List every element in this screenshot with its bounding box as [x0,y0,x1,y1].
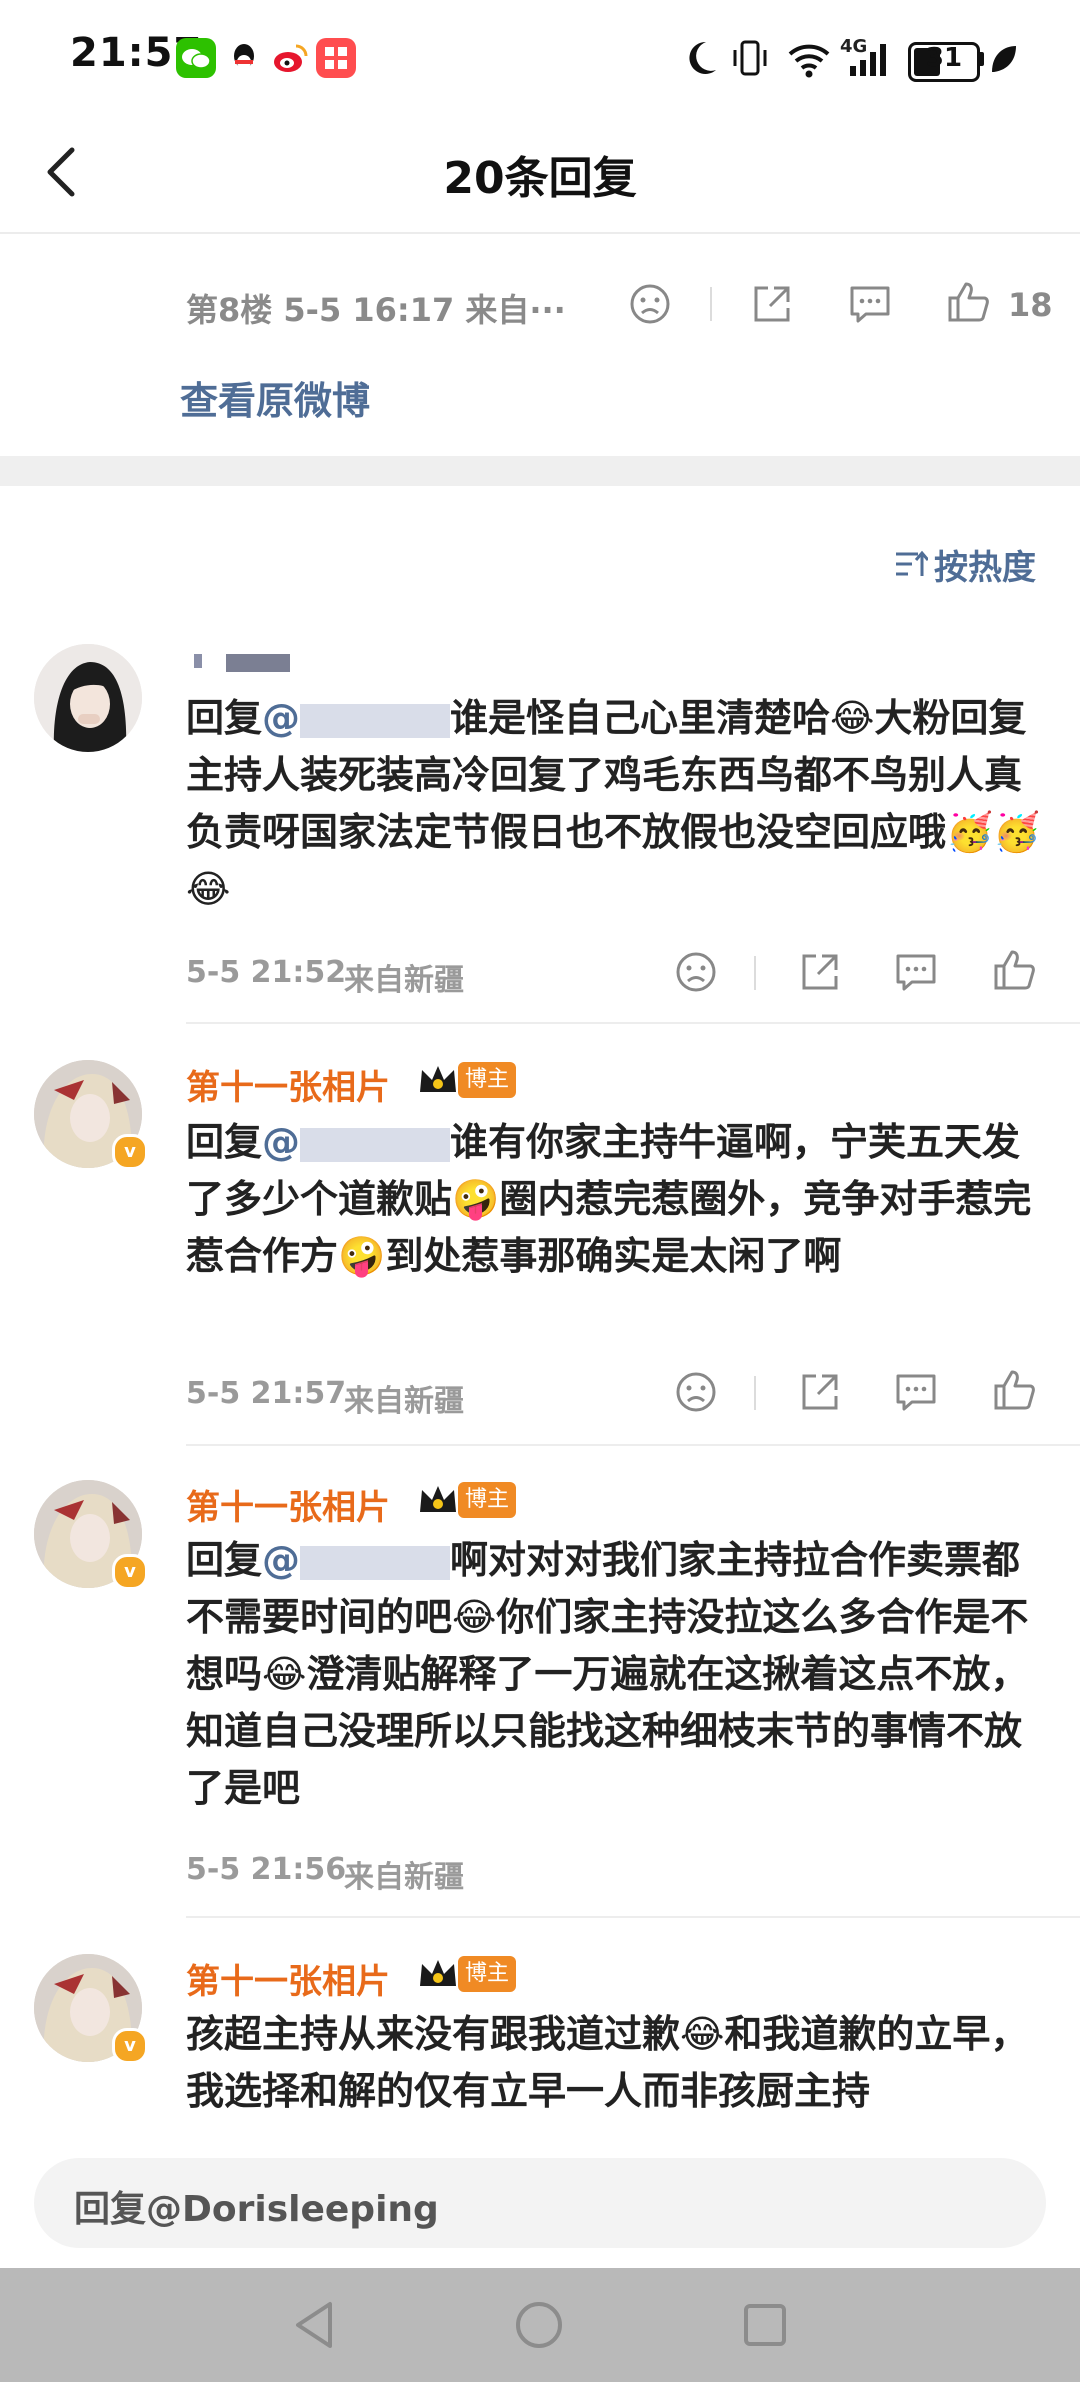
app-icon [316,38,356,78]
blogger-badge: 博主 [458,1482,516,1518]
divider [186,1916,1080,1918]
comment-body: 回复@ 谁是怪自己心里清楚哈😂大粉回复主持人装死装高冷回复了鸡毛东西鸟都不鸟别人真… [186,690,1056,918]
blogger-badge: 博主 [458,1062,516,1098]
divider [186,1022,1080,1024]
thumbs-up-icon [994,1370,1035,1410]
nav-recents-button[interactable] [740,2300,790,2354]
circle-home-icon [516,2302,562,2348]
thumbs-up-icon [994,950,1035,990]
comment-icon [850,286,890,323]
share-icon [802,954,838,990]
mention-redacted[interactable]: @ [262,1120,451,1164]
comment-body: 回复@ 谁有你家主持牛逼啊，宁芙五天发了多少个道歉贴🤪圈内惹完惹圈外，竞争对手惹完… [186,1114,1056,1285]
comment-button[interactable] [892,1368,940,1416]
share-button[interactable] [748,280,796,328]
blogger-badge: 博主 [458,1956,516,1992]
reply-input[interactable]: 回复@Dorisleeping [34,2158,1046,2248]
thumbs-up-icon [948,282,989,322]
sort-icon [892,546,930,586]
like-button[interactable] [944,278,992,326]
wifi-icon [786,36,832,82]
do-not-disturb-icon [680,36,720,82]
comment-icon [896,1374,936,1411]
square-recents-icon [744,2304,786,2346]
divider [754,956,756,990]
dislike-button[interactable] [626,280,674,328]
wechat-icon [176,38,216,78]
divider [754,1376,756,1410]
battery-level: 31 [925,43,963,73]
signal-icon [842,36,892,82]
comment-button[interactable] [892,948,940,996]
qq-icon [224,38,264,78]
like-count: 18 [1008,286,1053,324]
dislike-button[interactable] [672,948,720,996]
comment-body: 回复@ 啊对对对我们家主持拉合作卖票都不需要时间的吧😂你们家主持没拉这么多合作是不… [186,1532,1056,1817]
reply-prefix: 回复 [186,1120,263,1164]
weibo-icon [270,38,310,78]
like-button[interactable] [990,946,1038,994]
comment-time: 5-5 21:52 [186,955,347,990]
divider [710,287,712,321]
crown-icon [418,1062,458,1098]
battery-icon: 31 [908,42,980,82]
verified-badge: v [112,2028,148,2064]
comment-time: 5-5 21:57 [186,1376,347,1411]
leaf-icon [988,36,1018,82]
top-bar: 20条回复 [0,120,1080,234]
comment-icon [896,954,936,991]
share-button[interactable] [796,948,844,996]
nav-home-button[interactable] [512,2298,566,2356]
nav-back-button[interactable] [290,2298,340,2356]
divider [186,1444,1080,1446]
share-button[interactable] [796,1368,844,1416]
comment-body: 孩超主持从来没有跟我道过歉😂和我道歉的立早，我选择和解的仅有立早一人而非孩厨主持 [186,2006,1056,2140]
comment-source: 来自新疆 [344,963,464,998]
share-icon [754,286,790,322]
battery-tip [978,52,984,66]
comment-source: 来自新疆 [344,1860,464,1895]
frown-icon [676,952,716,992]
view-original-link[interactable]: 查看原微博 [180,370,370,425]
mention-redacted[interactable]: @ [262,1538,451,1582]
frown-icon [630,284,670,324]
chevron-left-icon [47,147,75,197]
sort-by-hot-button[interactable]: 按热度 [934,540,1036,589]
like-button[interactable] [990,1366,1038,1414]
reply-prefix: 回复 [186,1538,263,1582]
reply-prefix: 回复 [186,696,263,740]
floor-meta: 第8楼 5-5 16:17 来自··· [186,291,566,329]
mention-redacted[interactable]: @ [262,696,451,740]
crown-icon [418,1482,458,1518]
crown-icon [418,1956,458,1992]
verified-badge: v [112,1134,148,1170]
page-title: 20条回复 [443,153,637,204]
verified-badge: v [112,1554,148,1590]
share-icon [802,1374,838,1410]
vibrate-icon [730,36,770,82]
triangle-back-icon [296,2302,332,2348]
system-nav-bar [0,2268,1080,2382]
comment-time: 5-5 21:56 [186,1852,347,1887]
back-button[interactable] [36,142,96,202]
comment-button[interactable] [846,280,894,328]
comment-author[interactable]: 第十一张相片 [186,1480,390,1529]
comment-source: 来自新疆 [344,1384,464,1419]
dislike-button[interactable] [672,1368,720,1416]
frown-icon [676,1372,716,1412]
section-gap [0,456,1080,486]
comment-author[interactable]: 第十一张相片 [186,1954,390,2003]
reply-input-placeholder: 回复@Dorisleeping [74,2189,439,2230]
avatar[interactable] [34,644,142,752]
status-bar: 21:57 4G 31 [0,0,1080,120]
comment-text: 孩超主持从来没有跟我道过歉😂和我道歉的立早，我选择和解的仅有立早一人而非孩厨主持 [186,2012,1029,2113]
comment-author[interactable]: 第十一张相片 [186,1060,390,1109]
